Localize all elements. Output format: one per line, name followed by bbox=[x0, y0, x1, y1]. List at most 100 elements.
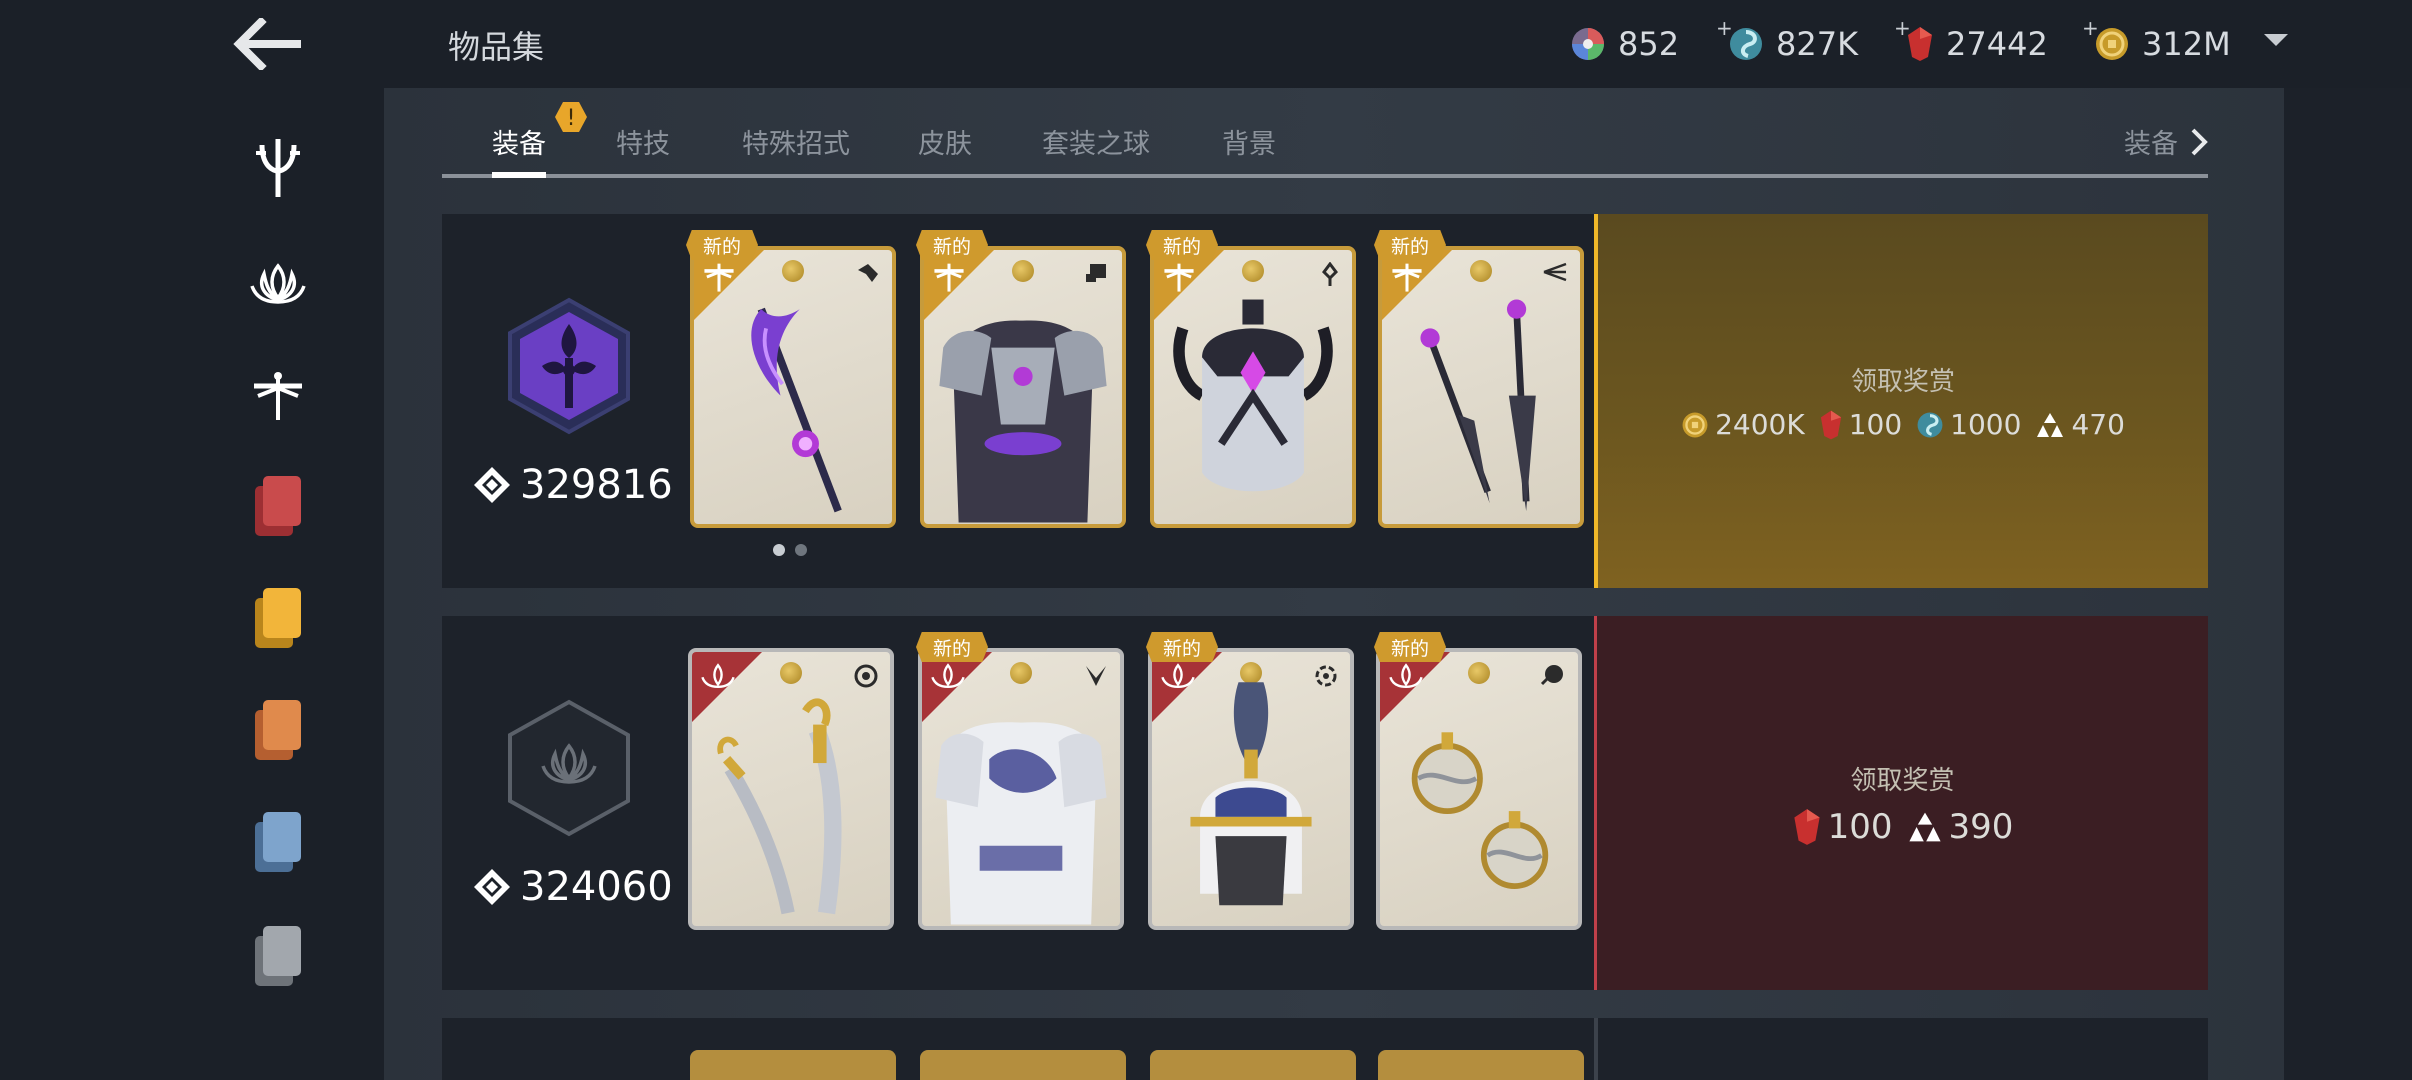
set-score-value: 324060 bbox=[520, 864, 673, 910]
tab-more-button[interactable]: 装备 bbox=[2124, 122, 2208, 161]
polearm-art bbox=[751, 307, 842, 513]
set-row-3-partial[interactable] bbox=[442, 1018, 2208, 1080]
spiral-essence-icon bbox=[1730, 28, 1762, 60]
tab-bar: 装备 特技 特殊招式 皮肤 套装之球 背景 装备 bbox=[442, 88, 2208, 180]
item-card-twin-sabres[interactable] bbox=[688, 648, 894, 930]
back-button[interactable] bbox=[222, 12, 312, 76]
warning-mark: ! bbox=[567, 106, 576, 131]
set-score: 324060 bbox=[472, 864, 673, 910]
currency-rubies[interactable]: + 27442 bbox=[1894, 16, 2048, 68]
reward-shards: 470 bbox=[2035, 408, 2125, 441]
currency-value: 27442 bbox=[1946, 25, 2048, 63]
tab-feats[interactable]: 特技 bbox=[616, 122, 670, 161]
sidebar-item-orange-cards[interactable] bbox=[240, 692, 316, 768]
new-badge: 新的 bbox=[1146, 632, 1218, 662]
new-badge: 新的 bbox=[1374, 632, 1446, 662]
plus-icon: + bbox=[2082, 16, 2099, 40]
tab-skins[interactable]: 皮肤 bbox=[918, 122, 972, 161]
page-title: 物品集 bbox=[448, 28, 545, 66]
new-badge: 新的 bbox=[916, 230, 988, 260]
triangle-shards-icon bbox=[2037, 412, 2064, 437]
trident-emblem-icon bbox=[256, 139, 300, 197]
reward-value: 1000 bbox=[1950, 408, 2022, 441]
diamond-score-icon bbox=[474, 869, 510, 905]
item-card-partial[interactable] bbox=[1150, 1050, 1356, 1080]
item-card-armor[interactable] bbox=[920, 246, 1126, 528]
blue-cards-icon bbox=[255, 812, 301, 872]
currency-orbs[interactable]: 852 bbox=[1570, 20, 1679, 68]
chevron-right-icon bbox=[2191, 128, 2208, 155]
item-card-plumed-helmet[interactable] bbox=[1148, 648, 1354, 930]
reward-value: 390 bbox=[1948, 806, 2014, 847]
diamond-score-icon bbox=[474, 467, 510, 503]
currency-value: 852 bbox=[1618, 25, 1680, 63]
tab-backgrounds[interactable]: 背景 bbox=[1222, 122, 1276, 161]
gold-coin-icon bbox=[1682, 412, 1708, 437]
sidebar-item-blue-cards[interactable] bbox=[240, 804, 316, 880]
tab-equipment[interactable]: 装备 bbox=[492, 122, 546, 161]
item-card-partial[interactable] bbox=[690, 1050, 896, 1080]
claim-reward-panel[interactable]: 领取奖赏 100 390 bbox=[1594, 616, 2208, 990]
tab-special-moves[interactable]: 特殊招式 bbox=[742, 122, 850, 161]
rainbow-orb-icon bbox=[1572, 28, 1604, 60]
page-dot[interactable] bbox=[795, 544, 807, 556]
reward-shards: 390 bbox=[1907, 806, 2014, 847]
twin-sabres-art bbox=[717, 698, 842, 915]
tab-set-orbs[interactable]: 套装之球 bbox=[1042, 122, 1150, 161]
robe-art bbox=[935, 722, 1107, 925]
currency-essence[interactable]: + 827K bbox=[1716, 16, 1858, 68]
item-card-partial[interactable] bbox=[1378, 1050, 1584, 1080]
item-card-partial[interactable] bbox=[920, 1050, 1126, 1080]
reward-value: 470 bbox=[2071, 408, 2125, 441]
sidebar bbox=[0, 88, 384, 1080]
reward-list: 100 390 bbox=[1792, 806, 2014, 847]
new-badge: 新的 bbox=[686, 230, 758, 260]
set-row-2[interactable]: 324060 新的 新的 新的 领取奖赏 100 390 bbox=[442, 616, 2208, 990]
plus-icon: + bbox=[1716, 16, 1733, 40]
sidebar-item-red-cards[interactable] bbox=[240, 468, 316, 544]
set-row-1[interactable]: 329816 新的 新的 新的 新的 领取奖赏 2400K 100 1000 4… bbox=[442, 214, 2208, 588]
back-arrow-icon bbox=[233, 18, 301, 70]
sidebar-item-gray-cards[interactable] bbox=[240, 918, 316, 994]
new-badge: 新的 bbox=[916, 632, 988, 662]
helmet-art bbox=[1173, 299, 1333, 492]
armor-art bbox=[939, 320, 1107, 523]
reward-rubies: 100 bbox=[1792, 807, 1893, 847]
lotus-emblem-icon bbox=[250, 263, 306, 304]
gold-coin-icon bbox=[2096, 28, 2128, 60]
item-card-polearm[interactable] bbox=[690, 246, 896, 528]
reward-coins: 2400K bbox=[1681, 408, 1805, 441]
reward-value: 100 bbox=[1827, 806, 1893, 847]
currency-coins[interactable]: + 312M bbox=[2082, 16, 2231, 68]
gray-cards-icon bbox=[255, 926, 301, 986]
item-card-kunai[interactable] bbox=[1378, 246, 1584, 528]
spiral-essence-icon bbox=[1917, 412, 1943, 437]
item-card-orb-ranged[interactable] bbox=[1376, 648, 1582, 930]
currency-dropdown-button[interactable] bbox=[2262, 30, 2290, 54]
sidebar-item-dragonfly[interactable] bbox=[240, 358, 316, 434]
plus-icon: + bbox=[1894, 16, 1911, 40]
sidebar-item-yellow-cards[interactable] bbox=[240, 580, 316, 656]
sidebar-item-trident[interactable] bbox=[240, 130, 316, 206]
tab-underline bbox=[442, 174, 2208, 178]
page-dot-active[interactable] bbox=[773, 544, 785, 556]
new-badge: 新的 bbox=[1146, 230, 1218, 260]
item-card-robe[interactable] bbox=[918, 648, 1124, 930]
chevron-down-icon bbox=[2264, 34, 2288, 46]
ruby-gem-icon bbox=[1820, 410, 1841, 439]
row-divider bbox=[1594, 1018, 1598, 1080]
orb-art bbox=[1411, 732, 1549, 889]
currency-value: 312M bbox=[2142, 25, 2231, 63]
tab-active-indicator bbox=[492, 172, 546, 178]
yellow-cards-icon bbox=[255, 588, 301, 648]
gray-lotus-hex-emblem-icon bbox=[508, 699, 630, 837]
warning-badge-icon: ! bbox=[555, 102, 587, 132]
item-card-helmet[interactable] bbox=[1150, 246, 1356, 528]
claim-reward-panel[interactable]: 领取奖赏 2400K 100 1000 470 bbox=[1594, 214, 2208, 588]
triangle-shards-icon bbox=[1908, 812, 1941, 841]
purple-hex-emblem-icon bbox=[508, 297, 630, 435]
top-bar: 物品集 852 + 827K + 27442 + 312M bbox=[0, 0, 2412, 88]
kunai-art bbox=[1420, 299, 1536, 511]
sidebar-item-lotus[interactable] bbox=[240, 246, 316, 322]
reward-value: 100 bbox=[1848, 408, 1903, 441]
